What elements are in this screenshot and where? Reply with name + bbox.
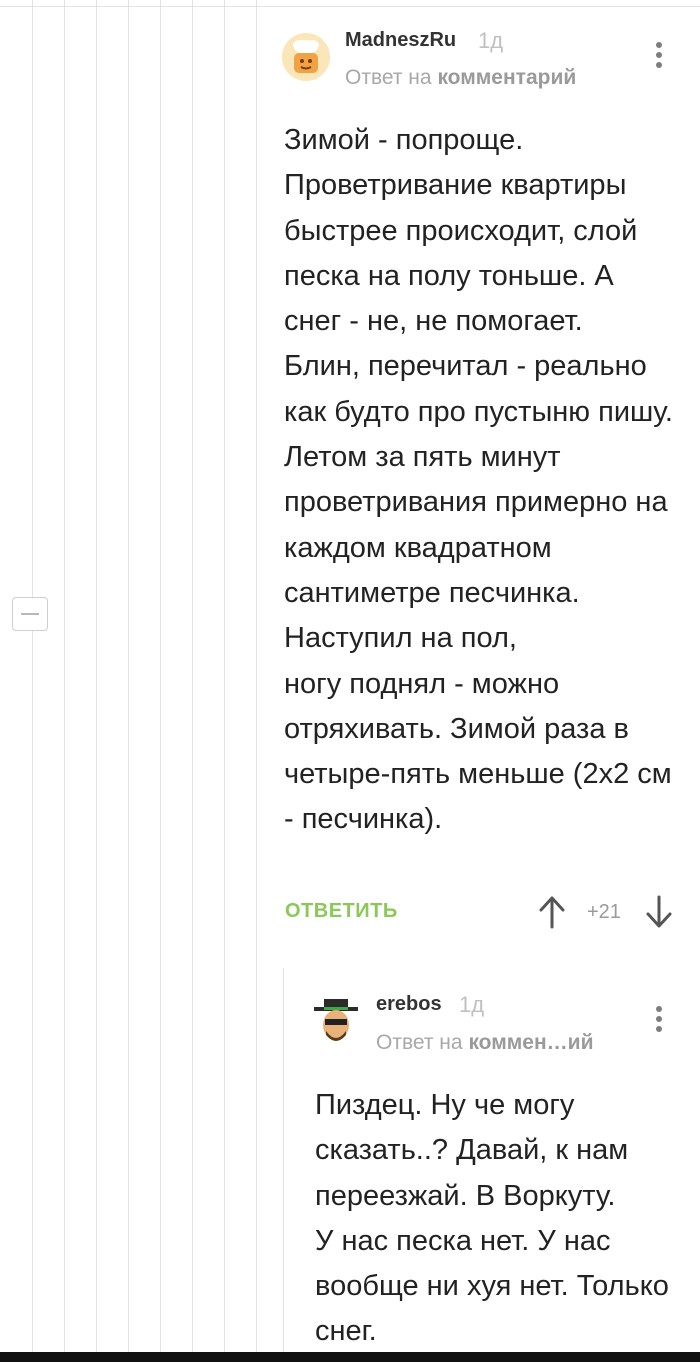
comment-age: 1д [478, 28, 504, 53]
thread-line [96, 0, 97, 1352]
reply-to-prefix: Ответ на [345, 66, 432, 89]
reply-to-link[interactable]: коммен…ий [468, 1031, 593, 1054]
reply-button[interactable]: ОТВЕТИТЬ [285, 900, 398, 923]
reply-to-line: Ответ на коммен…ий [376, 1031, 593, 1055]
system-nav-bar [0, 1352, 700, 1362]
thread-line [224, 0, 225, 1352]
arrow-up-icon[interactable] [538, 895, 566, 934]
chef-avatar-icon[interactable] [282, 33, 330, 81]
collapse-thread-button[interactable] [12, 597, 48, 631]
comment-text: Пиздец. Ну че могу сказать..? Давай, к н… [315, 1089, 669, 1348]
thread-line [32, 0, 33, 1352]
comment-text: Зимой - попроще. Проветривание квартиры … [284, 124, 673, 836]
reply-thread-line [283, 968, 284, 1352]
reply-to-link[interactable]: комментарий [437, 66, 576, 89]
heisenberg-avatar-icon[interactable] [314, 997, 358, 1045]
thread-line [160, 0, 161, 1352]
comment-rating: +21 [587, 901, 621, 923]
comment-author[interactable]: MadneszRu [345, 29, 456, 52]
top-divider [0, 0, 700, 7]
thread-line [192, 0, 193, 1352]
reply-to-prefix: Ответ на [376, 1031, 463, 1054]
thread-line [128, 0, 129, 1352]
comment-author[interactable]: erebos [376, 993, 442, 1016]
thread-line [64, 0, 65, 1352]
arrow-down-icon[interactable] [645, 895, 673, 934]
reply-to-line: Ответ на комментарий [345, 66, 576, 90]
comment-age: 1д [459, 992, 485, 1017]
thread-line [256, 0, 257, 1352]
more-vertical-icon[interactable] [655, 1006, 663, 1036]
more-vertical-icon[interactable] [655, 42, 663, 72]
